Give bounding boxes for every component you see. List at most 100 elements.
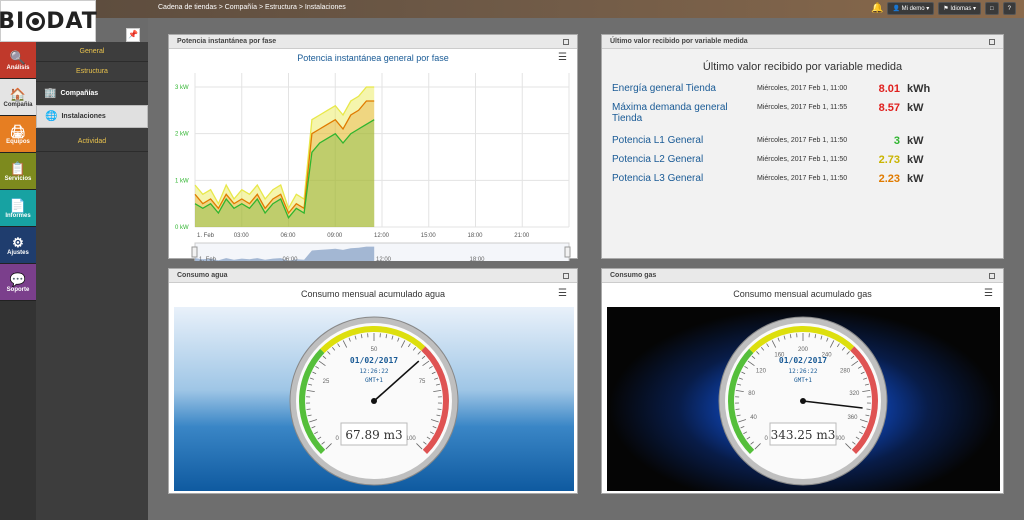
submenu-general[interactable]: General	[36, 42, 148, 62]
chart-menu-icon[interactable]: ☰	[558, 288, 567, 299]
gear-icon: ⚙	[12, 234, 24, 250]
nav-item-informes[interactable]: 📄 Informes	[0, 190, 36, 227]
nav-item-label: Servicios	[4, 176, 32, 182]
maximize-icon[interactable]	[989, 38, 995, 45]
nav-item-análisis[interactable]: 🔍 Análisis	[0, 42, 36, 79]
help-icon[interactable]: ?	[1002, 2, 1016, 15]
x-tick-label: 18:00	[468, 233, 484, 239]
nav-item-servicios[interactable]: 📋 Servicios	[0, 153, 36, 190]
user-menu-label: Mi demo	[901, 5, 925, 12]
gauge-pivot	[371, 398, 377, 404]
submenu-item-label: Compañías	[60, 90, 99, 97]
gas-panel: Consumo gas Consumo mensual acumulado ga…	[601, 268, 1004, 494]
y-tick-label: 1 kW	[175, 178, 189, 184]
clipboard-icon: 📋	[9, 160, 27, 176]
last-values-panel: Último valor recibido por variable medid…	[601, 34, 1004, 259]
x-tick-label: 12:00	[374, 233, 390, 239]
last-value-number: 2.23	[878, 173, 900, 185]
maximize-icon[interactable]	[989, 272, 995, 279]
submenu-estructura[interactable]: Estructura	[36, 62, 148, 82]
last-value-unit: kWh	[907, 83, 931, 95]
report-icon: 📄	[9, 197, 27, 213]
top-bar: Cadena de tiendas > Compañía > Estructur…	[0, 0, 1024, 18]
power-chart-title: Potencia instantánea general por fase	[297, 53, 449, 63]
chart-menu-icon[interactable]: ☰	[984, 288, 993, 299]
last-values-panel-header: Último valor recibido por variable medid…	[602, 35, 1003, 49]
last-value-number: 8.01	[878, 83, 900, 95]
gauge-tick-label: 200	[798, 347, 809, 353]
last-value-unit: kW	[907, 135, 924, 147]
power-panel: Potencia instantánea por fase Potencia i…	[168, 34, 578, 261]
maximize-icon[interactable]	[563, 272, 569, 279]
last-value-date: Miércoles, 2017 Feb 1, 11:55	[757, 104, 848, 111]
last-value-name: Energía general Tienda	[612, 83, 716, 94]
nav-item-soporte[interactable]: 💬 Soporte	[0, 264, 36, 301]
y-tick-label: 3 kW	[175, 85, 189, 91]
logo-text: BI DAT	[0, 8, 98, 34]
gas-panel-header: Consumo gas	[602, 269, 1003, 283]
nav-item-label: Equipos	[6, 139, 30, 145]
last-value-unit: kW	[907, 102, 924, 114]
gauge-date: 01/02/2017	[779, 356, 827, 365]
last-value-date: Miércoles, 2017 Feb 1, 11:00	[757, 85, 848, 92]
gauge-tick-label: 280	[840, 368, 851, 374]
navigator-tick-label: 1. Feb	[199, 257, 217, 261]
chart-menu-icon[interactable]: ☰	[558, 52, 567, 63]
submenu-item-companias[interactable]: 🏢 Compañías	[36, 82, 148, 105]
left-nav: 🔍 Análisis 🏠 Compañía 🖨 Equipos 📋 Servicios 📄 Inf…	[0, 42, 36, 520]
gauge-time: 12:26:22	[360, 368, 389, 375]
last-value-unit: kW	[907, 173, 924, 185]
equipment-icon: 🖨	[9, 123, 27, 139]
breadcrumb: Cadena de tiendas > Compañía > Estructur…	[158, 4, 346, 11]
last-value-number: 3	[893, 135, 900, 147]
x-tick-label: 06:00	[281, 233, 297, 239]
gauge-timezone: GMT+1	[365, 377, 383, 384]
gauge-tick-label: 80	[748, 391, 755, 397]
app-logo[interactable]: BI DAT	[0, 0, 98, 42]
last-value-name: Potencia L2 General	[612, 154, 704, 165]
last-values-panel-header-title: Último valor recibido por variable medid…	[610, 38, 748, 45]
monitor-icon[interactable]: □	[985, 2, 999, 15]
last-values-list: Energía general Tienda Miércoles, 2017 Fe…	[602, 83, 1003, 253]
nav-item-label: Compañía	[3, 102, 33, 108]
menu-pin-icon[interactable]: 📌	[126, 28, 140, 42]
x-tick-label: 03:00	[234, 233, 250, 239]
globe-icon: 🌐	[45, 111, 58, 122]
water-panel-header-title: Consumo agua	[177, 272, 228, 279]
submenu-item-instalaciones[interactable]: 🌐 Instalaciones	[36, 105, 148, 128]
nav-item-equipos[interactable]: 🖨 Equipos	[0, 116, 36, 153]
language-menu-button[interactable]: ⚑ Idiomas ▾	[938, 2, 982, 15]
main-content: Potencia instantánea por fase Potencia i…	[148, 18, 1024, 520]
x-tick-label: 21:00	[514, 233, 530, 239]
submenu-actividad[interactable]: Actividad	[36, 132, 148, 152]
navigator-handle-right[interactable]	[564, 246, 571, 258]
gauge-tick-label: 50	[371, 347, 378, 353]
language-menu-label: Idiomas	[950, 5, 972, 12]
last-value-name: Potencia L1 General	[612, 135, 704, 146]
gauge-tick-label: 75	[419, 379, 426, 385]
last-values-title: Último valor recibido por variable medid…	[702, 61, 903, 73]
nav-item-ajustes[interactable]: ⚙ Ajustes	[0, 227, 36, 264]
navigator-handle-left[interactable]	[191, 246, 198, 258]
navigator-tick-label: 18:00	[470, 257, 486, 261]
power-chart: 0 kW 1 kW 2 kW 3 kW 1. Feb 03:00 06:00 09:00 12:…	[175, 73, 571, 261]
nav-item-label: Soporte	[6, 287, 30, 293]
last-value-name: Máxima demanda general Tienda	[612, 102, 728, 124]
home-icon: 🏠	[9, 86, 27, 102]
nav-item-label: Ajustes	[7, 250, 29, 256]
top-right-toolbar: 🔔 👤 Mi demo ▾ ⚑ Idiomas ▾ □ ?	[871, 2, 1016, 15]
maximize-icon[interactable]	[563, 38, 569, 45]
chat-icon: 💬	[9, 271, 27, 287]
gas-gauge-area: 0 40 80 120 160 200 240 280 320 360 400 01/02/2017 1…	[607, 307, 1000, 491]
submenu: General Estructura 🏢 Compañías 🌐 Instala…	[36, 42, 148, 520]
last-value-date: Miércoles, 2017 Feb 1, 11:50	[757, 156, 848, 163]
gauge-value: 343.25 m3	[771, 428, 836, 442]
y-tick-label: 2 kW	[175, 132, 189, 138]
nav-item-compañía[interactable]: 🏠 Compañía	[0, 79, 36, 116]
bell-icon[interactable]: 🔔	[871, 3, 883, 14]
user-menu-button[interactable]: 👤 Mi demo ▾	[887, 2, 935, 15]
gauge-value: 67.89 m3	[345, 428, 402, 442]
building-icon: 🏢	[44, 88, 57, 99]
x-tick-label: 09:00	[327, 233, 343, 239]
water-panel-header: Consumo agua	[169, 269, 577, 283]
